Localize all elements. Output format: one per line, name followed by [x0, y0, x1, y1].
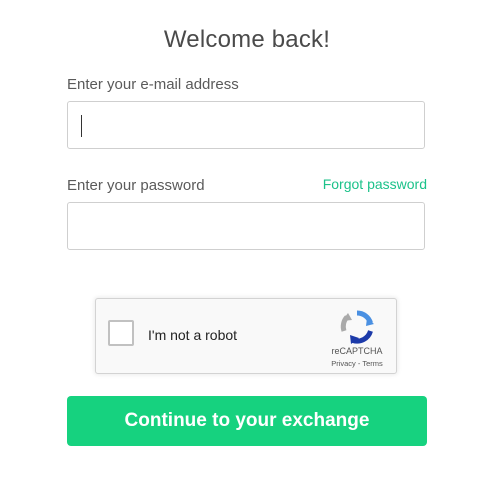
- recaptcha-privacy-link[interactable]: Privacy: [331, 359, 356, 368]
- recaptcha-brand: reCAPTCHA: [331, 346, 383, 356]
- email-label: Enter your e-mail address: [67, 76, 239, 93]
- text-caret: [81, 115, 82, 137]
- recaptcha-widget: I'm not a robot reCAPTCHA Privacy - Term…: [95, 298, 397, 374]
- recaptcha-terms-link[interactable]: Terms: [362, 359, 382, 368]
- email-field[interactable]: [67, 101, 425, 149]
- continue-button[interactable]: Continue to your exchange: [67, 396, 427, 446]
- page-title: Welcome back!: [163, 26, 331, 53]
- forgot-password-link[interactable]: Forgot password: [323, 176, 427, 192]
- password-field[interactable]: [67, 202, 425, 250]
- recaptcha-logo-icon: [340, 310, 374, 344]
- recaptcha-checkbox[interactable]: [108, 320, 134, 346]
- recaptcha-label: I'm not a robot: [148, 327, 238, 343]
- password-label: Enter your password: [67, 177, 205, 194]
- recaptcha-links: Privacy - Terms: [318, 359, 396, 368]
